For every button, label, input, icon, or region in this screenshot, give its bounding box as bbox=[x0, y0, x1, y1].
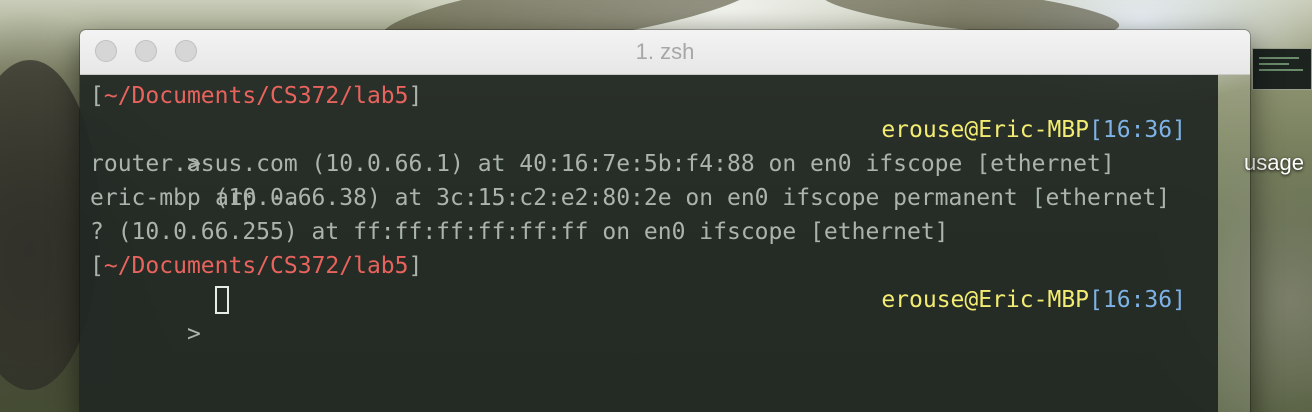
thumbnail-line bbox=[1259, 57, 1299, 59]
output-line: router.asus.com (10.0.66.1) at 40:16:7e:… bbox=[90, 151, 1115, 177]
prompt-path-line: [~/Documents/CS372/lab5] bbox=[90, 79, 1218, 113]
right-prompt: erouse@Eric-MBP[16:36] bbox=[881, 283, 1186, 317]
path-bracket-close: ] bbox=[408, 83, 423, 109]
time-bracket-close: ] bbox=[1172, 287, 1186, 313]
path-bracket-open: [ bbox=[90, 83, 104, 109]
thumbnail-line bbox=[1259, 63, 1289, 65]
user-host: erouse@Eric-MBP bbox=[881, 117, 1090, 143]
input-line[interactable]: > erouse@Eric-MBP[16:36] bbox=[90, 283, 1218, 347]
text-cursor[interactable] bbox=[215, 286, 229, 314]
terminal-window[interactable]: 1. zsh [~/Documents/CS372/lab5] > arp -a… bbox=[80, 30, 1250, 412]
terminal-side-gap bbox=[1218, 75, 1250, 412]
path-bracket-close: ] bbox=[408, 253, 423, 279]
path-bracket-open: [ bbox=[90, 253, 104, 279]
command-line: > arp -a erouse@Eric-MBP[16:36] bbox=[90, 113, 1218, 211]
desktop-icon-label[interactable]: usage bbox=[1244, 150, 1304, 176]
window-titlebar[interactable]: 1. zsh bbox=[80, 30, 1250, 75]
terminal-content[interactable]: [~/Documents/CS372/lab5] > arp -a erouse… bbox=[80, 75, 1218, 412]
current-path: ~/Documents/CS372/lab5 bbox=[103, 83, 409, 109]
window-title: 1. zsh bbox=[635, 39, 695, 64]
time-bracket-close: ] bbox=[1172, 117, 1186, 143]
desktop-window-thumbnail[interactable] bbox=[1252, 48, 1312, 90]
prompt-time: 16:36 bbox=[1102, 287, 1173, 313]
thumbnail-line bbox=[1259, 69, 1303, 71]
right-prompt: erouse@Eric-MBP[16:36] bbox=[881, 113, 1186, 147]
prompt-path-line: [~/Documents/CS372/lab5] bbox=[90, 249, 1218, 283]
output-line: ? (10.0.66.255) at ff:ff:ff:ff:ff:ff on … bbox=[90, 219, 949, 245]
time-bracket-open: [ bbox=[1089, 117, 1103, 143]
time-bracket-open: [ bbox=[1089, 287, 1103, 313]
user-host: erouse@Eric-MBP bbox=[881, 287, 1090, 313]
current-path: ~/Documents/CS372/lab5 bbox=[103, 253, 409, 279]
prompt-chevron: > bbox=[187, 321, 201, 347]
output-line: eric-mbp (10.0.66.38) at 3c:15:c2:e2:80:… bbox=[90, 185, 1171, 211]
prompt-time: 16:36 bbox=[1102, 117, 1173, 143]
